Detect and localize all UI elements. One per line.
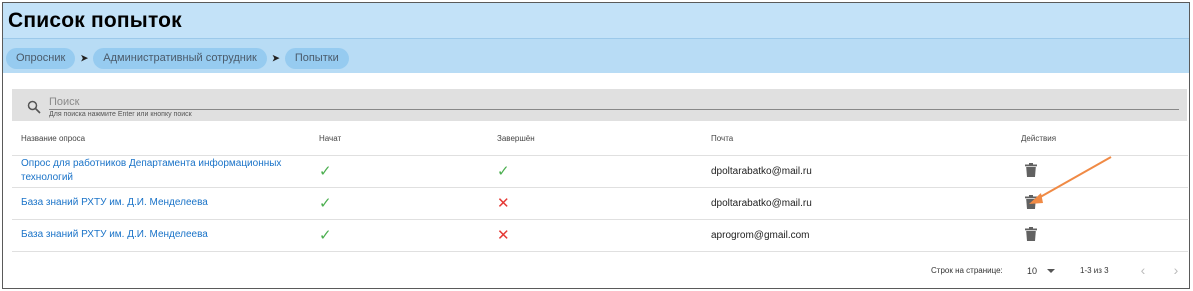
title-bar: Список попыток (3, 3, 1189, 39)
survey-name-link[interactable]: База знаний РХТУ им. Д.И. Менделеева (21, 229, 208, 240)
next-page-button[interactable]: › (1169, 262, 1183, 278)
check-icon: ✓ (497, 163, 510, 180)
table-row: База знаний РХТУ им. Д.И. Менделеева ✓ ✕… (12, 219, 1188, 252)
check-icon: ✓ (319, 195, 332, 212)
email-value: dpoltarabatko@mail.ru (711, 165, 812, 177)
column-header-started[interactable]: Начат (310, 123, 488, 156)
pagination: Строк на странице: 10 1-3 из 3 ‹ › (12, 255, 1188, 287)
survey-name-link[interactable]: Опрос для работников Департамента информ… (21, 158, 281, 183)
column-header-email[interactable]: Почта (702, 123, 1012, 156)
rows-per-page-label: Строк на странице: (931, 266, 1003, 275)
search-hint: Для поиска нажмите Enter или кнопку поис… (49, 111, 192, 118)
trash-icon[interactable] (1025, 162, 1037, 177)
email-value: dpoltarabatko@mail.ru (711, 197, 812, 209)
column-header-actions: Действия (1012, 123, 1188, 156)
check-icon: ✓ (319, 163, 332, 180)
breadcrumb: Опросник ➤ Административный сотрудник ➤ … (6, 47, 349, 69)
column-header-name[interactable]: Название опроса (12, 123, 310, 156)
page-range: 1-3 из 3 (1080, 266, 1109, 275)
breadcrumb-item-attempts[interactable]: Попытки (284, 47, 349, 69)
attempts-page: Список попыток Опросник ➤ Административн… (2, 2, 1190, 289)
chevron-right-icon: ➤ (272, 52, 280, 63)
email-value: aprogrom@gmail.com (711, 229, 810, 241)
table-row: Опрос для работников Департамента информ… (12, 155, 1188, 188)
search-input[interactable] (49, 94, 1179, 110)
page-header: Список попыток Опросник ➤ Административн… (3, 3, 1189, 73)
table-header-row: Название опроса Начат Завершён Почта Дей… (12, 123, 1188, 156)
search-bar: Для поиска нажмите Enter или кнопку поис… (12, 89, 1187, 121)
survey-name-link[interactable]: База знаний РХТУ им. Д.И. Менделеева (21, 197, 208, 208)
column-header-completed[interactable]: Завершён (488, 123, 702, 156)
rows-per-page-value: 10 (1027, 266, 1038, 276)
previous-page-button[interactable]: ‹ (1136, 262, 1150, 278)
chevron-right-icon: ➤ (80, 52, 89, 63)
check-icon: ✓ (319, 227, 332, 244)
trash-icon[interactable] (1025, 226, 1037, 241)
cross-icon: ✕ (497, 227, 510, 244)
page-title: Список попыток (8, 9, 182, 32)
search-icon[interactable] (27, 100, 41, 114)
trash-icon[interactable] (1025, 194, 1037, 209)
table-row: База знаний РХТУ им. Д.И. Менделеева ✓ ✕… (12, 187, 1188, 220)
breadcrumb-item-survey[interactable]: Опросник (6, 47, 76, 69)
attempts-table: Название опроса Начат Завершён Почта Дей… (12, 123, 1188, 252)
chevron-down-icon (1047, 269, 1055, 273)
cross-icon: ✕ (497, 195, 510, 212)
rows-per-page-select[interactable]: 10 (1025, 263, 1059, 279)
breadcrumb-item-admin-employee[interactable]: Административный сотрудник (93, 47, 267, 69)
